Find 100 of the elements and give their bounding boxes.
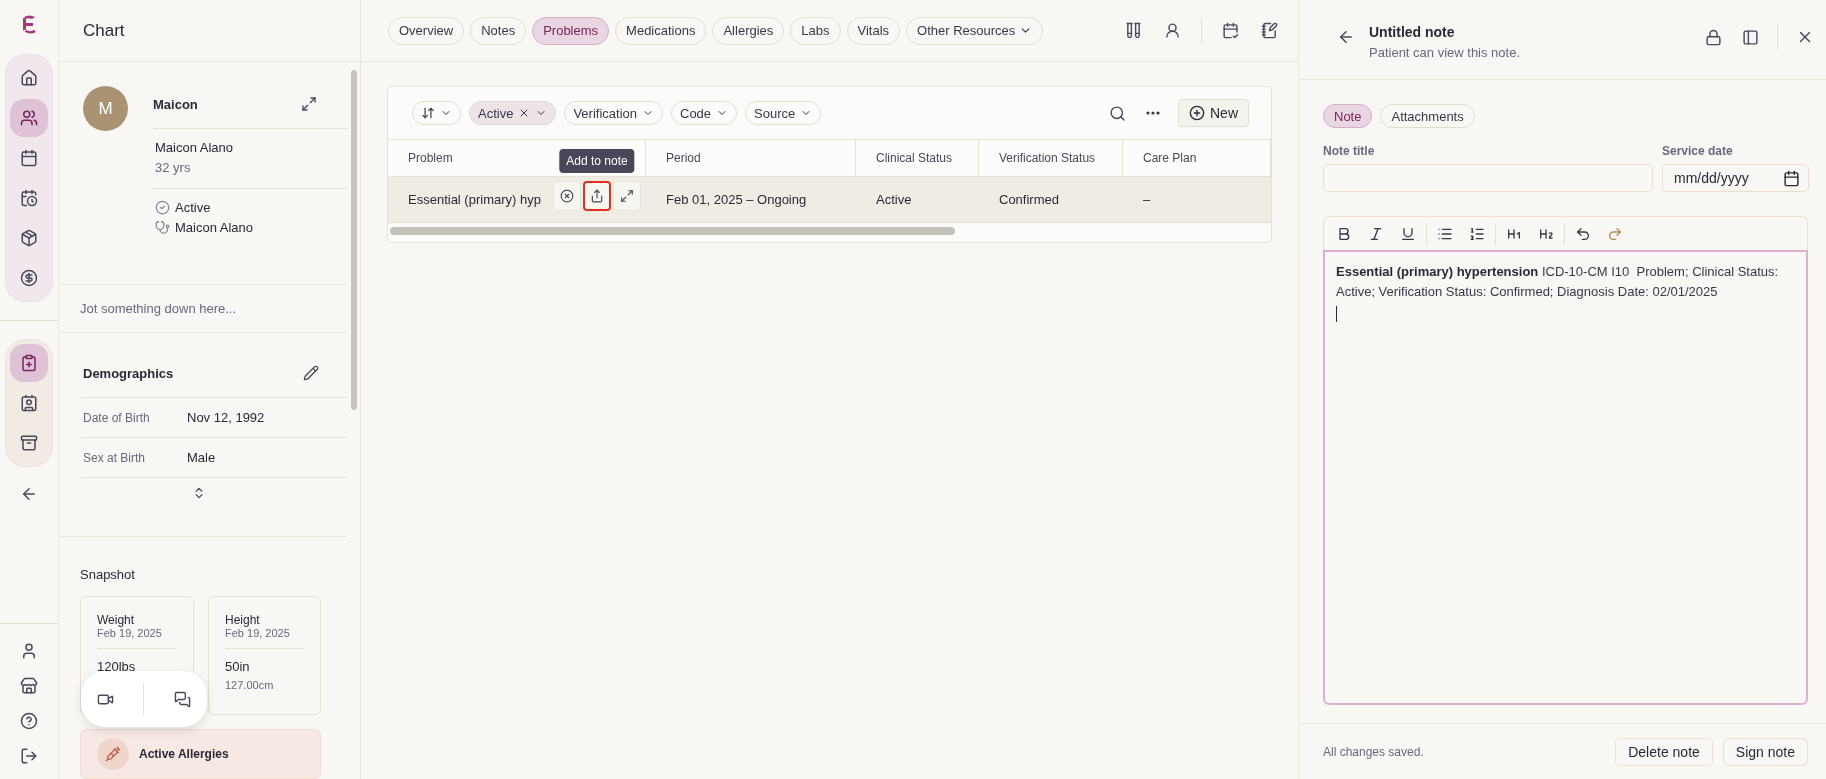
avatar: M — [83, 86, 128, 131]
section-title: Demographics — [83, 365, 174, 381]
new-button[interactable]: New — [1178, 99, 1249, 127]
scrollbar[interactable] — [351, 70, 357, 410]
notebook-icon — [1261, 22, 1278, 39]
person-icon — [1164, 22, 1181, 39]
field-label: Service date — [1662, 144, 1734, 158]
save-status: All changes saved. — [1323, 744, 1424, 759]
tab[interactable]: Vitals — [846, 16, 901, 45]
tab[interactable]: Notes — [470, 16, 527, 45]
column-header[interactable]: Care Plan — [1123, 139, 1271, 176]
tab[interactable]: Medications — [615, 16, 707, 45]
calendar-icon — [1783, 169, 1800, 187]
vital-value: 120lbs — [97, 659, 137, 674]
tab[interactable]: Allergies — [712, 16, 785, 45]
filter-dropdown[interactable]: Source — [745, 101, 822, 125]
note-title: Untitled note — [1369, 24, 1456, 40]
filter-chip[interactable]: Active — [469, 101, 557, 125]
chat-icon — [174, 690, 192, 708]
column-header[interactable]: Clinical Status — [856, 139, 979, 176]
note-editor[interactable]: Essential (primary) hypertension ICD-10-CM I10 Problem; Clinical Status: Active; Verification Status: Confirmed; Diagnosis Date: 02/01/2025 — [1323, 250, 1808, 705]
calendar-check-icon — [1222, 22, 1239, 39]
patient-status: Active — [175, 200, 211, 215]
vital-label: Weight — [97, 613, 136, 627]
panel-title: Chart — [59, 0, 360, 62]
dollar-icon — [20, 269, 38, 287]
tab[interactable]: Other Resources — [906, 16, 1044, 45]
clipboard-plus-button[interactable] — [10, 344, 48, 382]
tab[interactable]: Problems — [532, 16, 610, 45]
table-cell: Feb 01, 2025 – Ongoing — [646, 176, 856, 222]
store-icon — [20, 677, 38, 695]
edit-button[interactable] — [301, 363, 321, 383]
tab[interactable]: Attachments — [1380, 104, 1475, 128]
logo-icon — [20, 14, 38, 36]
table-cell: – — [1123, 176, 1271, 222]
vital-value: 50in — [225, 659, 251, 674]
filter-dropdown[interactable]: Code — [671, 101, 738, 125]
logout-icon — [20, 747, 38, 765]
table-cell: Confirmed — [979, 176, 1123, 222]
syringe-icon — [97, 738, 129, 770]
share-icon — [590, 189, 604, 203]
people-icon — [20, 109, 38, 127]
patient-full-name: Maicon Alano — [155, 140, 235, 155]
box-icon — [20, 229, 38, 247]
calendar-icon — [20, 149, 38, 167]
note-subtitle: Patient can view this note. — [1369, 45, 1522, 60]
more-icon — [1146, 111, 1160, 115]
numbered-list-icon — [1469, 225, 1485, 242]
remove-button[interactable] — [553, 181, 581, 211]
panel-icon — [1742, 28, 1759, 46]
column-header[interactable]: Verification Status — [979, 139, 1123, 176]
tab[interactable]: Overview — [388, 16, 465, 45]
note-button[interactable] — [1259, 20, 1280, 41]
more-button[interactable] — [1144, 109, 1162, 117]
allergy-card[interactable]: Active Allergies — [80, 729, 321, 779]
provider-name: Maicon Alano — [175, 220, 254, 235]
vital-date: Feb 19, 2025 — [97, 627, 163, 639]
stethoscope-icon — [155, 220, 170, 235]
date-field[interactable]: mm/dd/yyyy — [1662, 164, 1809, 192]
vital-label: Height — [225, 613, 261, 627]
italic-icon — [1368, 225, 1384, 242]
help-icon — [20, 712, 38, 730]
vital-date: Feb 19, 2025 — [225, 627, 291, 639]
undo-icon — [1575, 225, 1591, 242]
footer-button[interactable]: Delete note — [1615, 737, 1713, 766]
vital-secondary: 127.00cm — [225, 679, 275, 691]
tooltip: Add to note — [559, 149, 635, 173]
tab[interactable]: Labs — [790, 16, 841, 45]
schedule-button[interactable] — [1220, 20, 1241, 41]
test-tubes-icon — [1125, 22, 1142, 39]
expand-icon — [301, 96, 317, 112]
note-body-text: Essential (primary) hypertension ICD-10-CM I10 Problem; Clinical Status: Active; Verification Status: Confirmed; Diagnosis Date: 02/01/2025 — [1336, 263, 1780, 301]
footer-button[interactable]: Sign note — [1722, 737, 1808, 766]
jot-field[interactable]: Jot something down here... — [59, 285, 347, 333]
remove-icon — [560, 189, 574, 203]
pencil-icon — [303, 365, 319, 381]
column-header[interactable]: Period — [646, 139, 856, 176]
tab[interactable]: Note — [1323, 104, 1373, 128]
scrollbar[interactable] — [390, 227, 955, 235]
expand-button[interactable] — [613, 181, 641, 211]
expand-button[interactable] — [299, 94, 319, 114]
sort-button[interactable] — [412, 101, 461, 125]
note-title-field[interactable] — [1323, 164, 1653, 192]
patient-age: 32 yrs — [155, 160, 192, 175]
redo-icon — [1607, 225, 1623, 242]
home-icon — [20, 69, 38, 87]
clipboard-plus-icon — [20, 354, 38, 372]
sort-icon — [421, 106, 435, 120]
plus-circle-icon — [1189, 105, 1205, 121]
archive-icon — [20, 434, 38, 452]
field-label: Sex at Birth — [83, 450, 147, 465]
lock-icon — [1705, 28, 1722, 46]
bold-icon — [1336, 225, 1352, 242]
section-title: Snapshot — [80, 567, 136, 582]
field-value: Male — [187, 450, 217, 465]
labs-button[interactable] — [1123, 20, 1144, 41]
id-card-icon — [20, 394, 38, 412]
people-button[interactable] — [10, 99, 48, 137]
search-icon — [1109, 104, 1126, 122]
filter-dropdown[interactable]: Verification — [564, 101, 663, 125]
